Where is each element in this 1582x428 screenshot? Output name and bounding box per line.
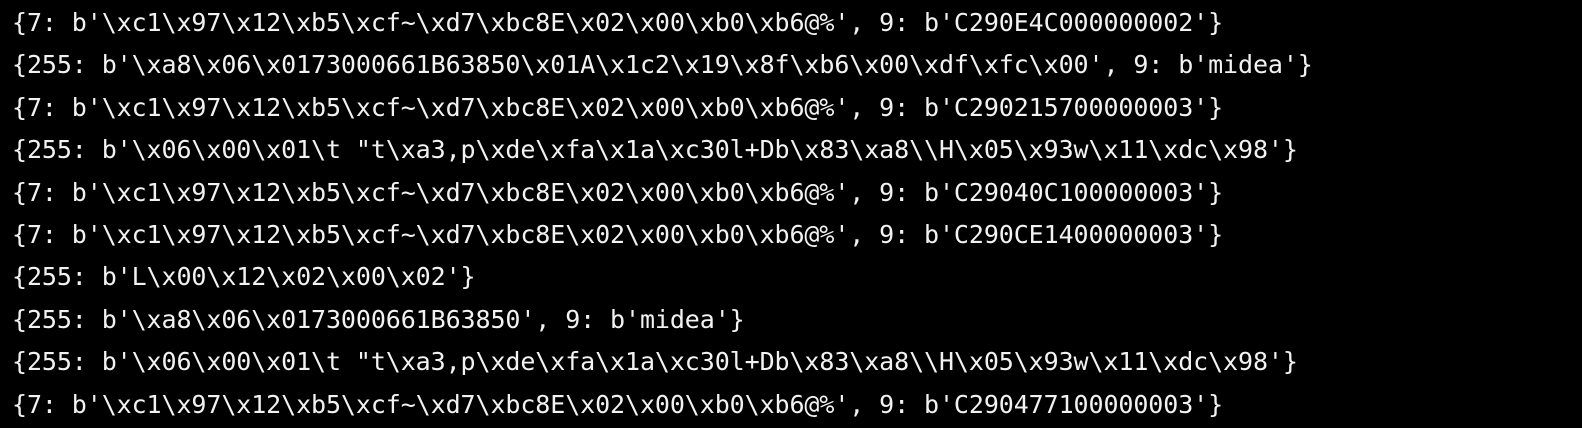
terminal-line: {255: b'\xa8\x06\x0173000661B63850', 9: … xyxy=(12,304,745,334)
terminal-line: {7: b'\xc1\x97\x12\xb5\xcf~\xd7\xbc8E\x0… xyxy=(12,219,1224,249)
terminal-line: {7: b'\xc1\x97\x12\xb5\xcf~\xd7\xbc8E\x0… xyxy=(12,92,1224,122)
terminal-line: {7: b'\xc1\x97\x12\xb5\xcf~\xd7\xbc8E\x0… xyxy=(12,389,1224,419)
terminal-line: {7: b'\xc1\x97\x12\xb5\xcf~\xd7\xbc8E\x0… xyxy=(12,177,1224,207)
terminal-line: {7: b'\xc1\x97\x12\xb5\xcf~\xd7\xbc8E\x0… xyxy=(12,8,1224,37)
terminal-line: {255: b'\x06\x00\x01\t "t\xa3,p\xde\xfa\… xyxy=(12,347,1298,377)
terminal-line: {255: b'\xa8\x06\x0173000661B63850\x01A\… xyxy=(12,50,1313,80)
terminal-line: {255: b'\x06\x00\x01\t "t\xa3,p\xde\xfa\… xyxy=(12,135,1298,165)
terminal-line: {255: b'L\x00\x12\x02\x00\x02'} xyxy=(12,262,476,292)
terminal-output: {7: b'\xc1\x97\x12\xb5\xcf~\xd7\xbc8E\x0… xyxy=(0,0,1582,428)
